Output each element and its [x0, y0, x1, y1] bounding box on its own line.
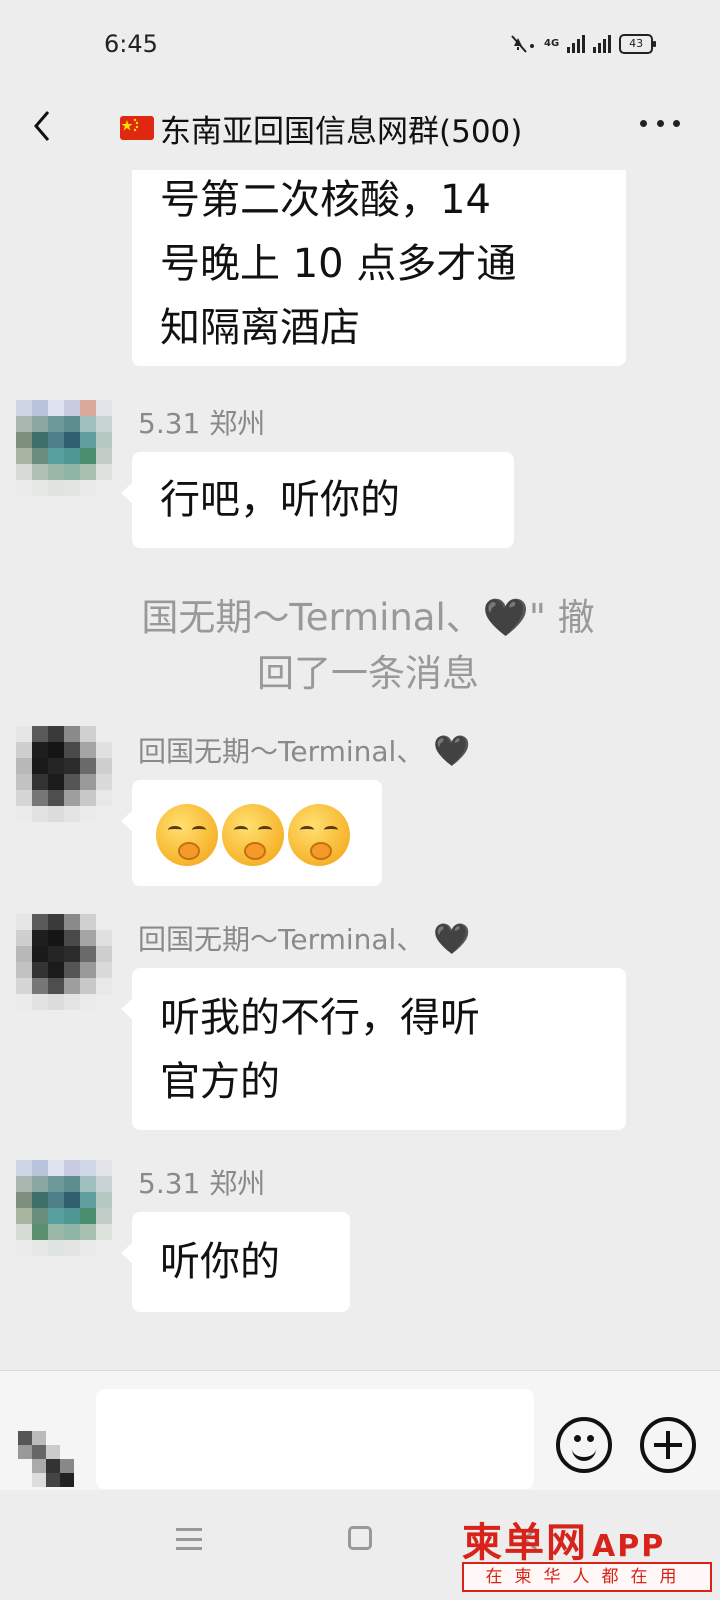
home-icon[interactable]: [348, 1526, 372, 1550]
status-icons: 4G 43: [510, 33, 657, 55]
recall-text-line: 国无期～Terminal、🖤" 撤: [141, 596, 595, 639]
watermark-app: APP: [592, 1529, 666, 1564]
message-line: 听我的不行，得听: [160, 995, 480, 1041]
chat-header: 东南亚回国信息网群(500): [0, 92, 720, 170]
back-icon[interactable]: [28, 106, 58, 146]
status-bar: 6:45 4G 43: [0, 0, 720, 90]
signal-icon-2: [593, 35, 612, 53]
smile-icon[interactable]: [556, 1417, 612, 1473]
network-type-label: 4G: [544, 38, 560, 49]
sender-name: 回国无期～Terminal、: [138, 923, 425, 956]
watermark-brand: 柬单网: [462, 1520, 588, 1566]
signal-icon: [567, 35, 586, 53]
message-line: 知隔离酒店: [160, 305, 360, 351]
flag-icon: [120, 116, 154, 140]
heart-icon: 🖤: [433, 922, 471, 957]
voice-toggle-avatar[interactable]: [18, 1431, 74, 1487]
status-time: 6:45: [104, 30, 158, 58]
avatar[interactable]: [16, 726, 112, 822]
heart-icon: 🖤: [433, 734, 471, 769]
message-line: 官方的: [160, 1059, 280, 1105]
avatar[interactable]: [16, 400, 112, 496]
avatar[interactable]: [16, 914, 112, 1010]
sender-name: 5.31 郑州: [138, 407, 266, 440]
avatar[interactable]: [16, 1160, 112, 1256]
message-line: 号晚上 10 点多才通: [160, 241, 517, 287]
chat-title-area[interactable]: 东南亚回国信息网群(500): [120, 102, 600, 154]
more-icon[interactable]: [640, 120, 680, 130]
battery-icon: 43: [619, 34, 657, 54]
message-line: 号第二次核酸，14: [160, 177, 491, 223]
message-text: 行吧，听你的: [160, 477, 400, 523]
mute-icon: [511, 35, 534, 53]
message-bubble[interactable]: 行吧，听你的: [121, 452, 514, 548]
sender-name-row: 回国无期～Terminal、 🖤: [138, 918, 471, 958]
watermark-tagline: 在柬华人都在用: [462, 1562, 712, 1592]
message-bubble[interactable]: 号第二次核酸，14 号晚上 10 点多才通 知隔离酒店: [132, 170, 626, 366]
input-bar: [0, 1370, 720, 1491]
message-bubble[interactable]: 听你的: [121, 1212, 350, 1312]
message-bubble[interactable]: 听我的不行，得听 官方的: [121, 968, 626, 1130]
message-text: 听你的: [160, 1239, 280, 1285]
sender-name: 5.31 郑州: [138, 1167, 266, 1200]
shushing-face-emoji: [222, 804, 284, 866]
watermark-logo: 柬单网 APP 在柬华人都在用: [462, 1510, 714, 1596]
recall-notice: 国无期～Terminal、🖤" 撤 回了一条消息: [88, 590, 648, 702]
plus-icon[interactable]: [640, 1417, 696, 1473]
sender-name: 回国无期～Terminal、: [138, 735, 425, 768]
shushing-face-emoji: [156, 804, 218, 866]
menu-icon[interactable]: [176, 1528, 202, 1550]
message-bubble[interactable]: [121, 780, 382, 886]
chat-list[interactable]: 号第二次核酸，14 号晚上 10 点多才通 知隔离酒店 5.31 郑州 行吧，听…: [0, 170, 720, 1370]
sender-name-row: 回国无期～Terminal、 🖤: [138, 730, 471, 770]
recall-text-line: 回了一条消息: [257, 652, 479, 695]
shushing-face-emoji: [288, 804, 350, 866]
message-input[interactable]: [96, 1389, 534, 1489]
chat-title: 东南亚回国信息网群(500): [160, 113, 523, 150]
